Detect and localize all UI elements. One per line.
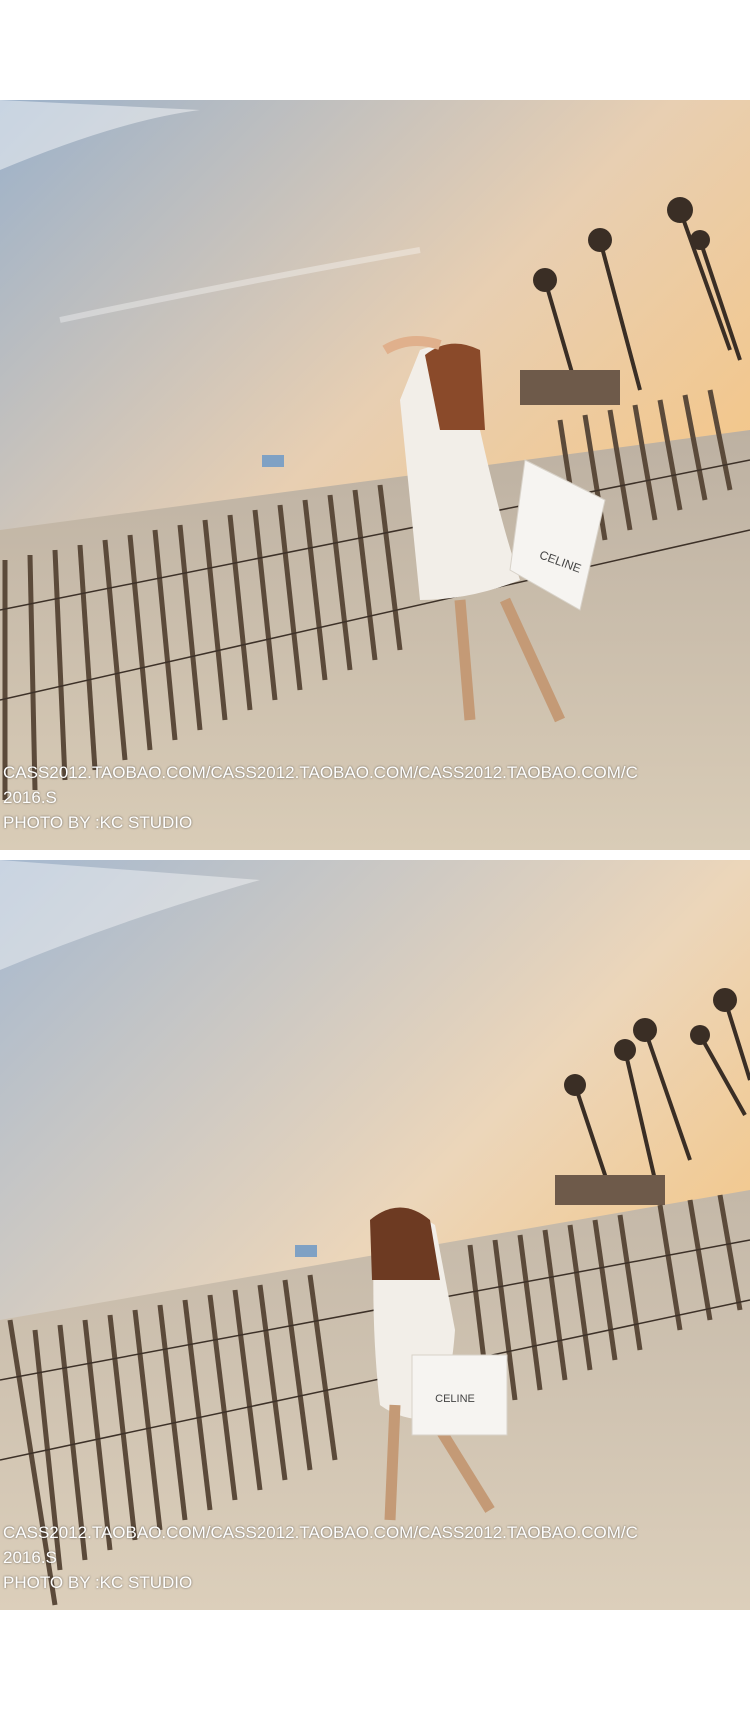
bag-label: CELINE [435,1393,475,1405]
photo-2-scene: CELINE [0,860,750,1610]
photo-credit: PHOTO BY :KC STUDIO [3,1573,193,1592]
photo-1-scene: CELINE [0,100,750,850]
photo-credit: PHOTO BY :KC STUDIO [3,813,193,832]
lifeguard-tower [295,1245,317,1257]
photo-1-caption: CASS2012.TAOBAO.COM/CASS2012.TAOBAO.COM/… [3,760,638,835]
photo-2-caption: CASS2012.TAOBAO.COM/CASS2012.TAOBAO.COM/… [3,1520,638,1595]
lifeguard-tower [262,455,284,467]
watermark-line: CASS2012.TAOBAO.COM/CASS2012.TAOBAO.COM/… [3,1523,638,1542]
watermark-line: CASS2012.TAOBAO.COM/CASS2012.TAOBAO.COM/… [3,763,638,782]
beach-hut [520,370,620,405]
beach-photo-2: CELINE CASS2012.TAOBAO.COM/CASS2012.TAOB… [0,860,750,1610]
beach-photo-1: CELINE CASS2012.TAOBAO.COM/CASS2012.TAOB… [0,100,750,850]
shopping-bag: CELINE [411,1354,508,1436]
watermark-line: 2016.S [3,788,57,807]
watermark-line: 2016.S [3,1548,57,1567]
beach-hut [555,1175,665,1205]
